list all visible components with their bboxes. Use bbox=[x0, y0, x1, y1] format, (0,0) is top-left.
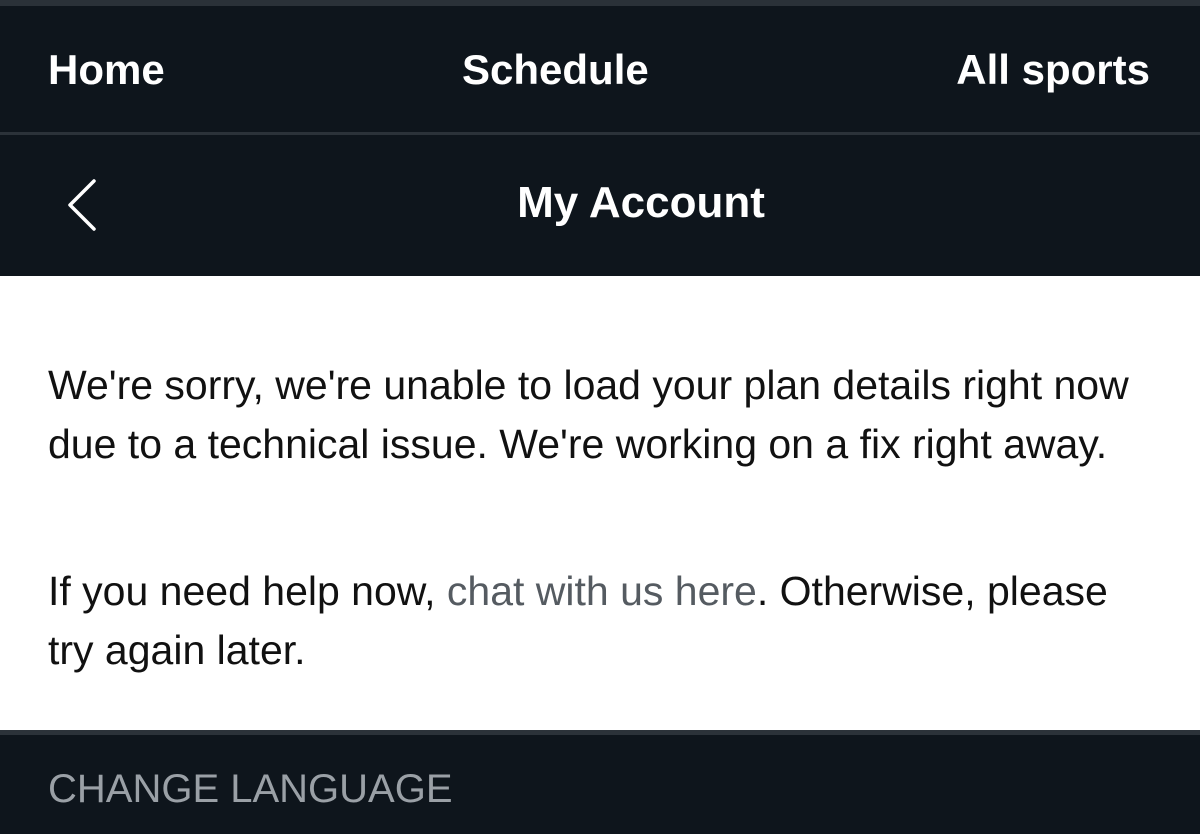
back-button[interactable] bbox=[58, 177, 108, 237]
main-content: We're sorry, we're unable to load your p… bbox=[0, 276, 1200, 730]
help-message-prefix: If you need help now, bbox=[48, 568, 447, 614]
chevron-left-icon bbox=[68, 179, 96, 231]
nav-all-sports-link[interactable]: All sports bbox=[956, 46, 1150, 94]
nav-schedule-link[interactable]: Schedule bbox=[462, 46, 649, 94]
chat-link[interactable]: chat with us here bbox=[447, 568, 757, 614]
error-message: We're sorry, we're unable to load your p… bbox=[48, 362, 1129, 467]
title-bar: My Account bbox=[0, 135, 1200, 276]
footer: CHANGE LANGUAGE bbox=[0, 735, 1200, 834]
help-message: If you need help now, chat with us here.… bbox=[48, 562, 1158, 680]
app-page: Home Schedule All sports My Account We'r… bbox=[0, 0, 1200, 834]
page-title: My Account bbox=[517, 178, 765, 227]
nav-home-link[interactable]: Home bbox=[48, 46, 165, 94]
change-language-link[interactable]: CHANGE LANGUAGE bbox=[48, 765, 453, 813]
top-navigation: Home Schedule All sports bbox=[0, 6, 1200, 132]
